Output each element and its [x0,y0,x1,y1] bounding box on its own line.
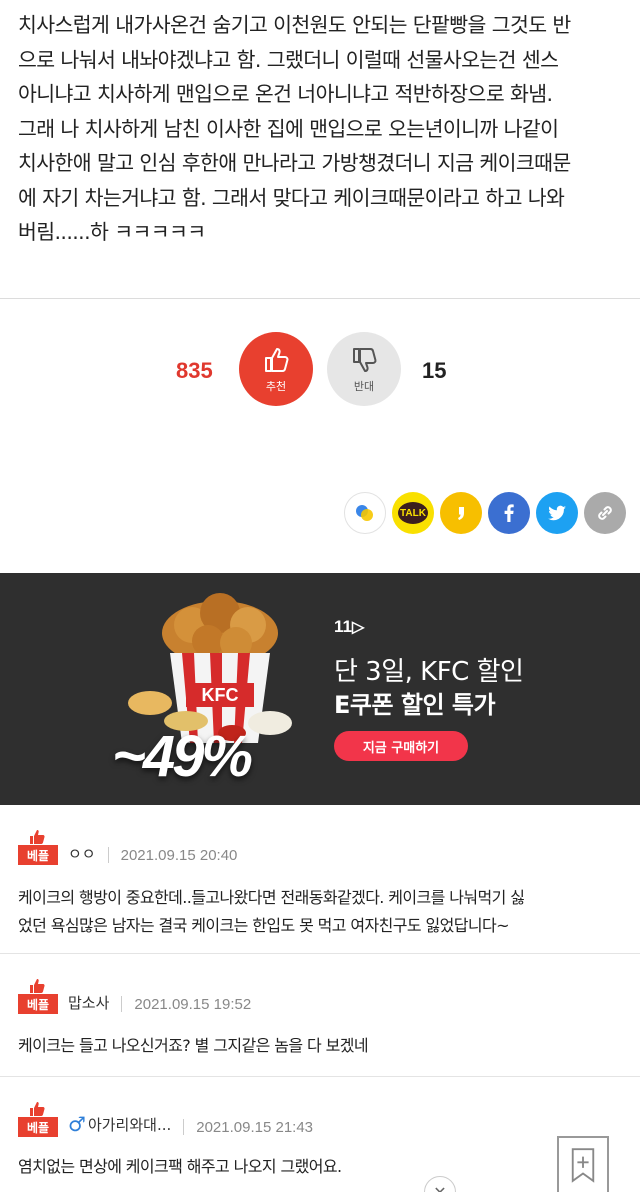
ad-banner[interactable]: KFC ~49% 11▷ 단 3일, KFC 할인 E쿠폰 할인 특가 지금 구… [0,573,640,805]
twitter-icon [548,505,566,521]
share-facebook-button[interactable] [488,492,530,534]
best-comment-badge: 베플 [18,978,58,1014]
downvote-button[interactable]: 반대 [327,332,401,406]
comment-author[interactable]: ㅇㅇ [68,843,96,864]
comment-date: 2021.09.15 21:43 [196,1119,314,1136]
share-twitter-button[interactable] [536,492,578,534]
share-kakaostory-button[interactable] [344,492,386,534]
divider [0,298,640,299]
upvote-label: 추천 [265,380,287,393]
kakaostory-icon [356,505,373,521]
ad-brand-text: KFC [202,685,239,705]
vote-area: 835 추천 반대 15 [0,330,640,410]
kakaotalk-icon: TALK [398,502,428,524]
divider [121,996,123,1012]
comment-meta: 베플 맙소사 2021.09.15 19:52 [18,978,251,1014]
article-line: 치사한애 말고 인심 후한애 만나라고 가방챙겼더니 지금 케이크때문 [18,151,571,175]
thumbs-up-icon [30,1102,45,1116]
best-comment-badge: 베플 [18,1101,58,1137]
downvote-label: 반대 [353,380,375,393]
comment-text: 케이크의 행방이 중요한데..들고나왔다면 전래동화같겠다. 케이크를 나눠먹기… [18,888,525,935]
ad-headline: 단 3일, KFC 할인 [334,657,524,687]
quote-mark-icon [458,507,464,520]
bookmark-button[interactable] [557,1136,609,1192]
upvote-count: 835 [176,358,213,383]
comment-item: 베플 맙소사 2021.09.15 19:52 케이크는 들고 나오신거죠? 별… [0,954,640,1077]
best-comment-badge: 베플 [18,829,58,865]
comment-text: 염치없는 면상에 케이크팩 해주고 나오지 그랬어요. [18,1157,342,1176]
comment-date: 2021.09.15 20:40 [120,847,238,864]
share-kakaopage-button[interactable] [440,492,482,534]
comment-author[interactable]: ♂ 아가리와대... [68,1112,171,1136]
upvote-button[interactable]: 추천 [239,332,313,406]
link-icon [598,506,612,520]
comment-date: 2021.09.15 19:52 [134,996,252,1013]
divider [107,847,109,863]
article-line: 버림......하 ㅋㅋㅋㅋㅋ [18,220,206,244]
article-line: 치사스럽게 내가사온건 숨기고 이천원도 안되는 단팥빵을 그것도 반 [18,13,571,37]
article-line: 으로 나눠서 내놔야겠냐고 함. 그랬더니 이럴때 선물사오는건 센스 [18,47,559,72]
bookmark-add-icon [571,1148,595,1183]
comment-meta: 베플 ♂ 아가리와대... 2021.09.15 21:43 [18,1101,313,1137]
copy-link-button[interactable] [584,492,626,534]
article-line: 에 자기 차는거냐고 함. 그래서 맞다고 케이크때문이라고 하고 나와 [18,185,565,210]
share-kakaotalk-button[interactable]: TALK [392,492,434,534]
article-line: 아니냐고 치사하게 맨입으로 온건 너아니냐고 적반하장으로 화냄. [18,82,553,106]
ad-discount: ~49% [112,724,253,789]
thumbs-up-icon [265,348,289,372]
thumbs-up-icon [30,830,45,844]
ad-11st-logo: 11▷ [334,617,365,636]
downvote-count: 15 [422,358,447,383]
article-line: 그래 나 치사하게 남친 이사한 집에 맨입으로 오는년이니까 나같이 [18,116,559,141]
comment-text: 케이크는 들고 나오신거죠? 별 그지같은 놈을 다 보겠네 [18,1036,369,1055]
comment-item: 베플 ㅇㅇ 2021.09.15 20:40 케이크의 행방이 중요한데..들고… [0,805,640,954]
ad-subheadline: E쿠폰 할인 특가 [334,691,496,719]
article-body: 치사스럽게 내가사온건 숨기고 이천원도 안되는 단팥빵을 그것도 반 으로 나… [18,8,630,250]
comment-item: 베플 ♂ 아가리와대... 2021.09.15 21:43 염치없는 면상에 케… [0,1077,640,1192]
divider [183,1119,185,1135]
thumbs-up-icon [30,979,45,993]
male-gender-icon: ♂ [68,1112,86,1136]
comment-meta: 베플 ㅇㅇ 2021.09.15 20:40 [18,829,237,865]
thumbs-down-icon [353,348,377,372]
facebook-icon [504,504,514,522]
ad-buy-now-button[interactable]: 지금 구매하기 [334,731,468,761]
comment-author[interactable]: 맙소사 [68,992,109,1013]
arrow-right-icon: ▷ [351,619,365,636]
